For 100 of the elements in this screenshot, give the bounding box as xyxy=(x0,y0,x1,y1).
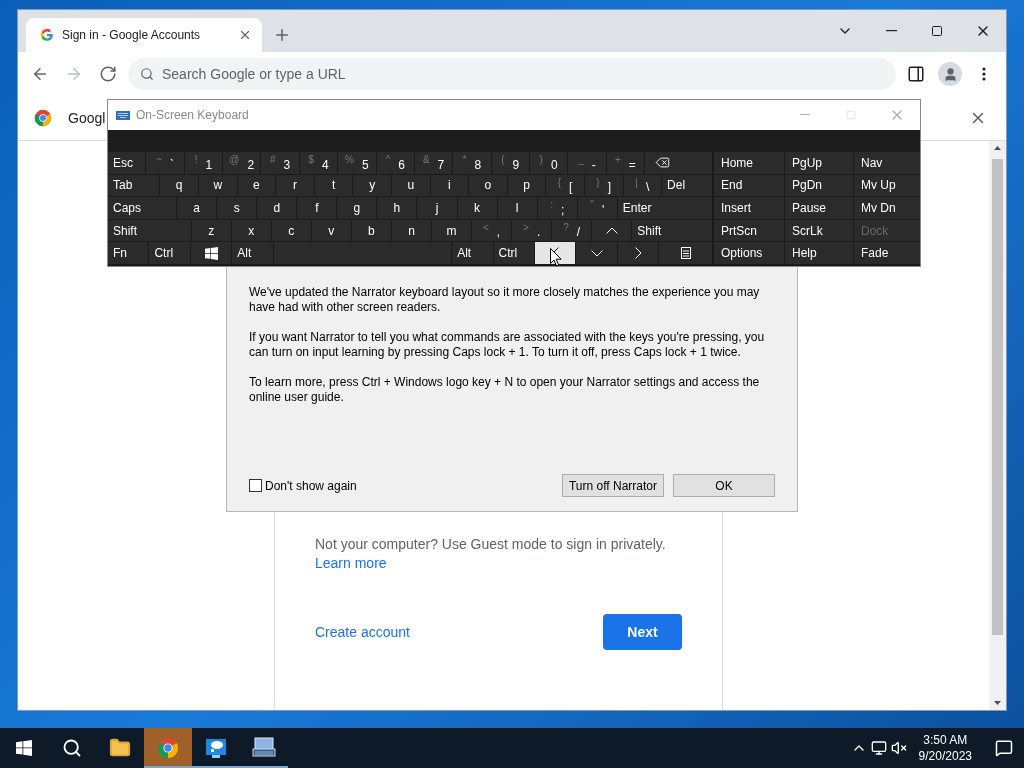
network-icon[interactable] xyxy=(870,740,887,756)
keyboard-key[interactable]: PrtScn xyxy=(714,219,784,242)
chevron-right-icon xyxy=(634,247,642,260)
keyboard-key[interactable]: f xyxy=(297,197,337,219)
scrollbar[interactable] xyxy=(989,141,1006,710)
keyboard-key[interactable]: n xyxy=(391,219,431,242)
keyboard-key[interactable]: e xyxy=(237,174,276,197)
keyboard-key[interactable]: Ctrl xyxy=(493,242,535,264)
checkbox[interactable] xyxy=(249,479,262,492)
keyboard-key[interactable]: } ] xyxy=(584,174,623,197)
chevron-down-icon xyxy=(590,249,603,257)
keyboard-key[interactable]: Pause xyxy=(785,197,853,219)
keyboard-key[interactable]: Enter xyxy=(617,197,713,219)
keyboard-key[interactable]: p xyxy=(507,174,546,197)
keyboard-key[interactable]: * 8 xyxy=(453,152,491,174)
keyboard-key[interactable]: b xyxy=(351,219,391,242)
shift-symbol: : xyxy=(550,199,553,211)
next-button[interactable]: Next xyxy=(603,614,682,650)
keyboard-key[interactable]: m xyxy=(432,219,472,242)
keyboard-key[interactable]: t xyxy=(314,174,353,197)
keyboard-key[interactable]: Del xyxy=(662,174,713,197)
keyboard-key[interactable]: Fn xyxy=(108,242,149,264)
menu-key[interactable] xyxy=(659,242,712,264)
keyboard-key[interactable]: { [ xyxy=(546,174,584,197)
keyboard-key[interactable]: Shift xyxy=(108,219,191,242)
keyboard-key[interactable]: $ 4 xyxy=(299,152,338,174)
keyboard-key[interactable]: Ctrl xyxy=(149,242,190,264)
keyboard-key[interactable]: Shift xyxy=(632,219,713,242)
dialog-button[interactable]: Turn off Narrator xyxy=(562,474,664,497)
volume-muted-icon[interactable] xyxy=(890,740,907,756)
keyboard-key[interactable]: ~ ` xyxy=(146,152,184,174)
keyboard-key[interactable]: Esc xyxy=(108,152,146,174)
keyboard-key[interactable]: Fade xyxy=(854,242,920,264)
keyboard-key[interactable]: Nav xyxy=(854,152,920,174)
keyboard-key[interactable]: s xyxy=(217,197,257,219)
windows-key[interactable] xyxy=(190,242,232,264)
keyboard-key[interactable]: Mv Dn xyxy=(854,197,920,219)
keyboard-key[interactable]: | \ xyxy=(623,174,662,197)
keyboard-key[interactable]: i xyxy=(430,174,469,197)
keyboard-key[interactable]: u xyxy=(391,174,430,197)
keyboard-key[interactable]: PgUp xyxy=(785,152,853,174)
close-icon[interactable] xyxy=(238,28,252,42)
keyboard-key[interactable]: Tab xyxy=(108,174,160,197)
keyboard-key[interactable]: Help xyxy=(785,242,853,264)
keyboard-key[interactable]: h xyxy=(377,197,417,219)
keyboard-key[interactable]: Options xyxy=(714,242,784,264)
keyboard-key[interactable]: Alt xyxy=(452,242,493,264)
shift-symbol: + xyxy=(614,154,621,165)
keyboard-key[interactable]: x xyxy=(231,219,271,242)
minimize-icon xyxy=(800,114,810,116)
keyboard-key[interactable]: " ' xyxy=(577,197,617,219)
keyboard-key[interactable]: # 3 xyxy=(261,152,299,174)
keyboard-key[interactable]: + = xyxy=(606,152,645,174)
keyboard-key[interactable]: ( 9 xyxy=(491,152,529,174)
keyboard-key[interactable]: : ; xyxy=(537,197,577,219)
keyboard-key[interactable]: End xyxy=(714,174,784,197)
profile-button[interactable] xyxy=(936,60,964,88)
keyboard-key[interactable]: w xyxy=(198,174,237,197)
keyboard-key[interactable]: ? / xyxy=(552,219,592,242)
keyboard-key[interactable]: ) 0 xyxy=(529,152,568,174)
keyboard-key[interactable]: ScrLk xyxy=(785,219,853,242)
keyboard-key[interactable]: o xyxy=(469,174,507,197)
windows-logo-icon xyxy=(204,246,218,260)
keyboard-key[interactable]: Home xyxy=(714,152,784,174)
keyboard-key[interactable]: Mv Up xyxy=(854,174,920,197)
keyboard-key[interactable]: % 5 xyxy=(338,152,376,174)
keyboard-key[interactable]: c xyxy=(271,219,311,242)
keyboard-key[interactable]: Caps xyxy=(108,197,177,219)
address-bar[interactable]: Search Google or type a URL xyxy=(128,58,896,90)
browser-tab[interactable]: Sign in - Google Accounts xyxy=(26,18,262,52)
keyboard-key[interactable]: k xyxy=(457,197,497,219)
keyboard-key[interactable]: z xyxy=(191,219,231,242)
keyboard-key[interactable]: j xyxy=(417,197,457,219)
learn-more-link[interactable]: Learn more xyxy=(315,555,387,571)
keyboard-key[interactable]: r xyxy=(276,174,314,197)
keyboard-key[interactable]: a xyxy=(177,197,217,219)
keyboard-key[interactable]: > . xyxy=(512,219,552,242)
keyboard-key[interactable]: & 7 xyxy=(414,152,453,174)
keyboard-key[interactable]: ! 1 xyxy=(184,152,223,174)
keyboard-key[interactable]: q xyxy=(160,174,198,197)
keyboard-key[interactable]: @ 2 xyxy=(223,152,261,174)
keyboard-key[interactable]: y xyxy=(353,174,391,197)
create-account-link[interactable]: Create account xyxy=(315,624,410,640)
keyboard-key[interactable]: Insert xyxy=(714,197,784,219)
keyboard-key[interactable]: Alt xyxy=(232,242,273,264)
keyboard-key[interactable]: l xyxy=(497,197,537,219)
arrow-key[interactable] xyxy=(535,242,576,264)
keyboard-key[interactable]: d xyxy=(257,197,297,219)
dialog-button[interactable]: OK xyxy=(673,474,775,497)
backspace-key[interactable] xyxy=(645,152,712,174)
keyboard-key[interactable]: PgDn xyxy=(785,174,853,197)
shift-symbol: & xyxy=(422,154,430,165)
shift-symbol: { xyxy=(557,176,562,188)
keyboard-key[interactable]: _ - xyxy=(568,152,606,174)
clock[interactable]: 3:50 AM 9/20/2023 xyxy=(910,732,980,764)
keyboard-key[interactable]: g xyxy=(337,197,377,219)
keyboard-key[interactable]: v xyxy=(311,219,351,242)
keyboard-key[interactable]: ^ 6 xyxy=(376,152,414,174)
keyboard-key[interactable]: < , xyxy=(472,219,512,242)
scroll-thumb[interactable] xyxy=(992,159,1003,635)
